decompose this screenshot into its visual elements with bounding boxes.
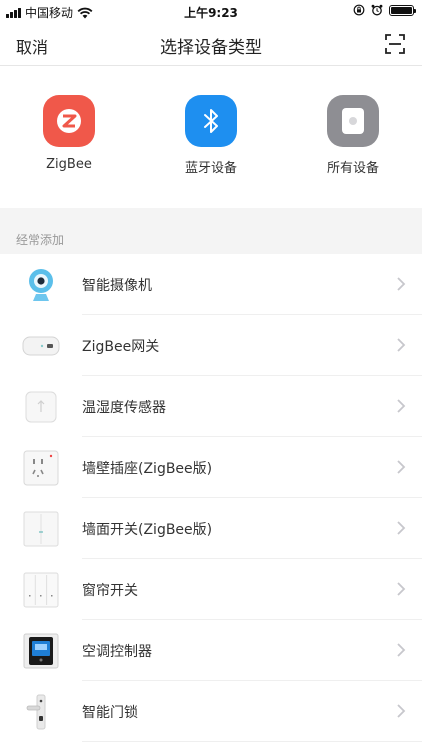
list-item-label: 墙壁插座(ZigBee版) [82, 461, 213, 477]
chevron-right-icon [397, 338, 406, 352]
list-item-label: 温湿度传感器 [82, 400, 166, 416]
list-item[interactable]: ZigBee网关 [0, 315, 422, 376]
wall-switch-icon [22, 510, 60, 548]
camera-icon [22, 266, 60, 304]
section-header: 经常添加 [16, 233, 65, 247]
device-type-label: ZigBee [46, 157, 92, 172]
chevron-right-icon [397, 277, 406, 291]
device-type-label: 蓝牙设备 [184, 161, 237, 176]
device-type-zigbee[interactable]: ZigBee [9, 95, 129, 172]
device-type-all[interactable]: 所有设备 [293, 95, 413, 176]
door-lock-icon [22, 693, 60, 731]
list-item[interactable]: 智能门锁 [0, 681, 422, 742]
list-item[interactable]: 墙壁插座(ZigBee版) [0, 437, 422, 498]
list-item[interactable]: 窗帘开关 [0, 559, 422, 620]
list-item-label: ZigBee网关 [82, 339, 160, 355]
list-item-label: 智能摄像机 [82, 278, 152, 294]
battery-icon [389, 4, 416, 16]
status-right [353, 4, 416, 16]
page-title: 选择设备类型 [160, 38, 262, 58]
list-item-label: 墙面开关(ZigBee版) [82, 522, 213, 538]
gateway-icon [22, 327, 60, 365]
device-type-bluetooth[interactable]: 蓝牙设备 [151, 95, 271, 176]
list-item-label: 空调控制器 [82, 644, 152, 660]
list-item-label: 智能门锁 [82, 705, 138, 721]
temp-humidity-sensor-icon [22, 388, 60, 426]
nav-bar: 取消 选择设备类型 [0, 22, 422, 66]
device-type-label: 所有设备 [326, 161, 379, 176]
alarm-icon [371, 4, 383, 16]
ac-controller-icon [22, 632, 60, 670]
cancel-button[interactable]: 取消 [16, 34, 48, 58]
curtain-switch-icon [22, 571, 60, 609]
chevron-right-icon [397, 582, 406, 596]
wall-socket-icon [22, 449, 60, 487]
chevron-right-icon [397, 704, 406, 718]
all-devices-icon [327, 95, 379, 147]
scan-icon[interactable] [384, 33, 406, 55]
bluetooth-icon [185, 95, 237, 147]
list-item[interactable]: 墙面开关(ZigBee版) [0, 498, 422, 559]
chevron-right-icon [397, 643, 406, 657]
chevron-right-icon [397, 460, 406, 474]
list-item-label: 窗帘开关 [82, 583, 138, 599]
status-bar: 中国移动 上午9:23 [0, 0, 422, 22]
frequent-device-list: 智能摄像机 ZigBee网关 温湿度传感器 墙壁插座(ZigBee版) 墙面开关… [0, 254, 422, 742]
rotation-lock-icon [353, 4, 365, 16]
list-item[interactable]: 温湿度传感器 [0, 376, 422, 437]
list-item[interactable]: 智能摄像机 [0, 254, 422, 315]
chevron-right-icon [397, 521, 406, 535]
device-type-section: ZigBee 蓝牙设备 所有设备 [0, 67, 422, 208]
zigbee-icon [43, 95, 95, 147]
chevron-right-icon [397, 399, 406, 413]
list-item[interactable]: 空调控制器 [0, 620, 422, 681]
section-header-band: 经常添加 [0, 208, 422, 254]
